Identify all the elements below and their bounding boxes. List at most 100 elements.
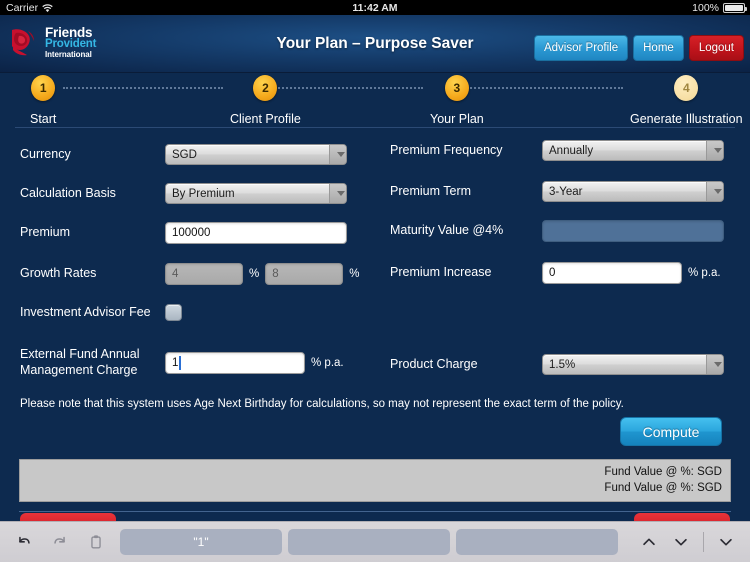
growth-rate-2-input[interactable]: 8 xyxy=(265,263,344,285)
field-row-currency: Currency SGD xyxy=(20,144,347,165)
app-header: Friends Provident International Your Pla… xyxy=(0,15,750,73)
premium-increase-label: Premium Increase xyxy=(390,265,492,280)
currency-value: SGD xyxy=(172,148,197,161)
field-row-premium: Premium 100000 xyxy=(20,222,347,244)
step-label: Client Profile xyxy=(230,112,301,126)
step-label: Your Plan xyxy=(430,112,484,126)
app-root: Carrier 11:42 AM 100% Friends Provident … xyxy=(0,0,750,562)
premium-label: Premium xyxy=(20,225,71,240)
external-fund-charge-unit: % p.a. xyxy=(311,356,344,369)
field-row-premium-term: Premium Term 3-Year xyxy=(390,181,724,202)
field-row-growth-rates: Growth Rates 4 % 8 % xyxy=(20,263,359,285)
field-row-investment-advisor-fee: Investment Advisor Fee xyxy=(20,304,182,321)
field-row-product-charge: Product Charge 1.5% xyxy=(390,354,724,375)
status-bar-clock: 11:42 AM xyxy=(352,1,398,14)
age-next-birthday-note: Please note that this system uses Age Ne… xyxy=(20,398,624,410)
fund-value-line-2: Fund Value @ %: SGD xyxy=(604,481,722,494)
chevron-down-icon xyxy=(706,182,723,201)
rose-logo-icon xyxy=(8,25,40,59)
keyboard-suggestions: "1" xyxy=(120,529,618,555)
chevron-up-icon[interactable] xyxy=(639,532,659,552)
external-fund-charge-label: External Fund Annual Management Charge xyxy=(20,347,165,378)
premium-term-label: Premium Term xyxy=(390,183,472,198)
maturity-value-label: Maturity Value @4% xyxy=(390,223,504,238)
logout-button[interactable]: Logout xyxy=(688,35,744,61)
step-label: Generate Illustration xyxy=(630,112,743,126)
header-button-group: Advisor Profile Home Logout xyxy=(533,35,744,61)
chevron-down-icon xyxy=(329,145,346,164)
premium-increase-unit: % p.a. xyxy=(688,267,721,279)
ios-status-bar: Carrier 11:42 AM 100% xyxy=(0,0,750,15)
step-number-badge: 4 xyxy=(674,75,699,101)
step-number-badge: 3 xyxy=(444,75,469,101)
chevron-down-icon xyxy=(706,141,723,160)
field-row-premium-frequency: Premium Frequency Annually xyxy=(390,140,724,161)
premium-frequency-select[interactable]: Annually xyxy=(542,140,724,161)
keyboard-bar-separator xyxy=(703,532,704,552)
chevron-down-icon xyxy=(329,184,346,203)
suggestion-slot-2[interactable] xyxy=(288,529,450,555)
product-charge-label: Product Charge xyxy=(390,356,478,371)
step-item-client-profile[interactable]: 2 Client Profile xyxy=(230,75,301,126)
undo-icon[interactable] xyxy=(14,532,34,552)
keyboard-navigation xyxy=(639,532,736,552)
progress-stepper: 1 Start 2 Client Profile 3 Your Plan 4 G… xyxy=(0,73,750,128)
home-button[interactable]: Home xyxy=(633,35,684,61)
status-bar-right: 100% xyxy=(692,1,747,14)
premium-frequency-label: Premium Frequency xyxy=(390,142,503,157)
investment-advisor-fee-checkbox[interactable] xyxy=(165,304,182,321)
chevron-down-icon xyxy=(706,355,723,374)
step-item-start[interactable]: 1 Start xyxy=(30,75,56,126)
step-label: Start xyxy=(30,112,57,126)
external-fund-charge-label-line1: External Fund Annual xyxy=(20,347,140,361)
maturity-value-output xyxy=(542,220,724,242)
keyboard-accessory-bar: "1" xyxy=(0,521,750,562)
step-number-badge: 2 xyxy=(253,75,278,101)
step-item-generate-illustration[interactable]: 4 Generate Illustration xyxy=(630,75,743,126)
field-row-external-fund-charge: External Fund Annual Management Charge 1… xyxy=(20,347,344,378)
step-item-your-plan[interactable]: 3 Your Plan xyxy=(430,75,484,126)
battery-percent-label: 100% xyxy=(692,1,719,14)
product-charge-value: 1.5% xyxy=(549,358,576,371)
stepper-connector-3 xyxy=(463,87,623,89)
logo-line-international: International xyxy=(45,49,92,59)
premium-term-value: 3-Year xyxy=(549,185,583,198)
fund-value-line-1: Fund Value @ %: SGD xyxy=(604,465,722,478)
product-charge-select[interactable]: 1.5% xyxy=(542,354,724,375)
stepper-connector-1 xyxy=(63,87,223,89)
field-row-premium-increase: Premium Increase 0 % p.a. xyxy=(390,262,721,284)
growth-rate-2-unit: % xyxy=(349,268,360,280)
calculation-basis-select[interactable]: By Premium xyxy=(165,183,347,204)
currency-select[interactable]: SGD xyxy=(165,144,347,165)
calculation-basis-value: By Premium xyxy=(172,187,235,200)
brand-logo: Friends Provident International xyxy=(8,25,96,59)
calculation-basis-label: Calculation Basis xyxy=(20,185,116,200)
brand-logo-text: Friends Provident International xyxy=(45,25,97,59)
external-fund-charge-input[interactable]: 1 xyxy=(165,351,305,374)
premium-frequency-value: Annually xyxy=(549,144,594,157)
chevron-down-dismiss-icon[interactable] xyxy=(716,532,736,552)
suggestion-slot-1[interactable]: "1" xyxy=(120,529,282,555)
compute-button[interactable]: Compute xyxy=(620,417,722,446)
results-divider xyxy=(19,511,731,512)
paste-icon[interactable] xyxy=(86,532,106,552)
advisor-profile-button[interactable]: Advisor Profile xyxy=(533,35,629,61)
logo-line-provident: Provident xyxy=(45,38,97,50)
suggestion-slot-3[interactable] xyxy=(456,529,618,555)
premium-input[interactable]: 100000 xyxy=(165,222,347,244)
premium-term-select[interactable]: 3-Year xyxy=(542,181,724,202)
chevron-down-icon[interactable] xyxy=(671,532,691,552)
redo-icon[interactable] xyxy=(50,532,70,552)
investment-advisor-fee-label: Investment Advisor Fee xyxy=(20,304,151,319)
growth-rates-label: Growth Rates xyxy=(20,266,97,281)
premium-increase-input[interactable]: 0 xyxy=(542,262,682,284)
currency-label: Currency xyxy=(20,146,71,161)
field-row-calculation-basis: Calculation Basis By Premium xyxy=(20,183,347,204)
stepper-divider xyxy=(15,127,735,128)
growth-rate-1-input[interactable]: 4 xyxy=(165,263,243,285)
step-number-badge: 1 xyxy=(31,75,56,101)
growth-rate-1-unit: % xyxy=(249,268,260,280)
external-fund-charge-value: 1 xyxy=(172,356,179,369)
results-panel: Fund Value @ %: SGD Fund Value @ %: SGD xyxy=(19,459,731,502)
text-cursor xyxy=(179,355,181,370)
